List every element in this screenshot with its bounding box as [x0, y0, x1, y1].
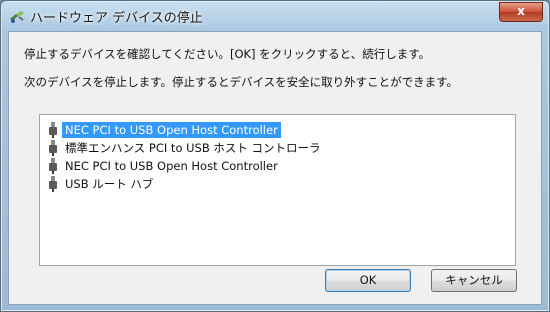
cancel-button[interactable]: キャンセル — [431, 269, 517, 292]
list-item[interactable]: USB ルート ハブ — [48, 175, 156, 193]
usb-plug-icon — [49, 122, 57, 138]
device-list[interactable]: NEC PCI to USB Open Host Controller 標準エン… — [39, 114, 516, 266]
device-label: NEC PCI to USB Open Host Controller — [62, 122, 281, 138]
device-label: NEC PCI to USB Open Host Controller — [65, 159, 278, 173]
usb-plug-icon — [49, 158, 57, 174]
dialog-content: 停止するデバイスを確認してください。[OK] をクリックすると、続行します。 次… — [8, 31, 542, 305]
instruction-line-2: 次のデバイスを停止します。停止するとデバイスを安全に取り外すことができます。 — [24, 75, 459, 89]
window-title: ハードウェア デバイスの停止 — [30, 11, 203, 26]
stop-hardware-dialog: ハードウェア デバイスの停止 x 停止するデバイスを確認してください。[OK] … — [0, 0, 550, 312]
safely-remove-hardware-icon — [9, 9, 25, 23]
title-bar[interactable]: ハードウェア デバイスの停止 x — [1, 1, 549, 31]
usb-plug-icon — [49, 176, 57, 192]
device-label: USB ルート ハブ — [65, 177, 154, 191]
ok-button[interactable]: OK — [325, 269, 411, 292]
list-item[interactable]: NEC PCI to USB Open Host Controller — [48, 157, 281, 175]
close-button[interactable]: x — [499, 2, 543, 22]
usb-plug-icon — [49, 140, 57, 156]
list-item[interactable]: 標準エンハンス PCI to USB ホスト コントローラ — [48, 139, 324, 157]
device-label: 標準エンハンス PCI to USB ホスト コントローラ — [65, 141, 321, 155]
instruction-line-1: 停止するデバイスを確認してください。[OK] をクリックすると、続行します。 — [24, 47, 431, 61]
list-item[interactable]: NEC PCI to USB Open Host Controller — [48, 121, 281, 139]
